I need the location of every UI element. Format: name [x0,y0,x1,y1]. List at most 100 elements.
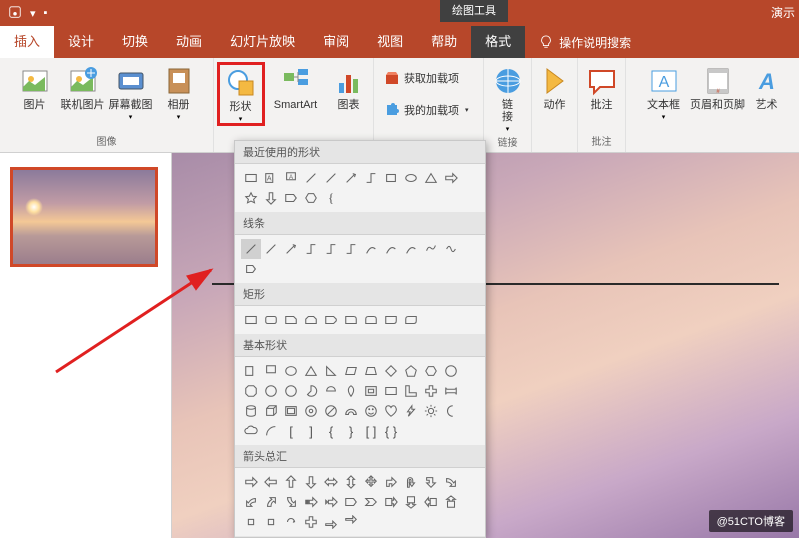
shape-textbox[interactable]: A [261,168,281,188]
tab-transitions[interactable]: 切换 [108,26,162,58]
shape-hept[interactable] [441,361,461,381]
shape-brace-l[interactable]: { [321,188,341,208]
shape-ar-lr[interactable] [321,472,341,492]
help-search[interactable]: 操作说明搜索 [539,34,631,51]
shape-line2[interactable] [321,168,341,188]
shape-elbow2[interactable] [321,239,341,259]
shape-ar-d[interactable] [301,472,321,492]
shape-line-basic[interactable] [241,239,261,259]
online-pictures-button[interactable]: 联机图片 [61,62,105,122]
shape-tri2[interactable] [301,361,321,381]
shape-trap[interactable] [361,361,381,381]
shape-line[interactable] [301,168,321,188]
shape-rect-snip2[interactable] [301,310,321,330]
shape-diamond[interactable] [381,361,401,381]
shape-sun[interactable] [421,401,441,421]
comment-button[interactable]: 批注 [582,62,622,112]
shape-bracket-r[interactable]: ] [301,421,321,441]
shape-ar-up-bent[interactable] [321,512,341,532]
shape-moon[interactable] [441,401,461,421]
shape-ar-l[interactable] [261,472,281,492]
shape-ar-callout-lr[interactable] [241,512,261,532]
shape-ar-callout-r[interactable] [381,492,401,512]
album-button[interactable]: 相册 ▾ [157,62,201,122]
shape-rectangle[interactable] [241,168,261,188]
shape-brace-l2[interactable]: { [321,421,341,441]
slide-thumbnail-1[interactable] [10,167,158,267]
shape-bevel[interactable] [281,401,301,421]
shape-scribble[interactable] [441,239,461,259]
get-addins-button[interactable]: 获取加载项 [380,68,463,88]
screenshot-button[interactable]: 屏幕截图 ▾ [109,62,153,122]
shape-cross2[interactable] [421,381,441,401]
shape-ar-pent[interactable] [341,492,361,512]
shape-elbow3[interactable] [341,239,361,259]
shape-brace-r[interactable]: } [341,421,361,441]
shape-rect-snip1[interactable] [281,310,301,330]
shape-arrow-d[interactable] [261,188,281,208]
shape-rtri[interactable] [321,361,341,381]
shape-rect-snip3[interactable] [321,310,341,330]
shape-curve3[interactable] [401,239,421,259]
shape-textbox-v[interactable]: A [281,168,301,188]
shape-line-double[interactable] [281,239,301,259]
shape-smiley[interactable] [361,401,381,421]
shape-para[interactable] [341,361,361,381]
shape-oct[interactable] [241,381,261,401]
tab-design[interactable]: 设计 [54,26,108,58]
shape-star[interactable] [241,188,261,208]
shape-rect-round2[interactable] [361,310,381,330]
shape-oval[interactable] [401,168,421,188]
tab-animations[interactable]: 动画 [162,26,216,58]
autosave-icon[interactable] [8,5,22,22]
shape-tear[interactable] [341,381,361,401]
shape-ar-bent[interactable] [381,472,401,492]
shape-rect[interactable] [381,168,401,188]
shape-ar-circular[interactable] [281,512,301,532]
tab-review[interactable]: 审阅 [309,26,363,58]
my-addins-button[interactable]: 我的加载项 ▾ [380,100,473,120]
shape-ar-plus[interactable] [301,512,321,532]
shape-rect-round1[interactable] [341,310,361,330]
shape-noentry[interactable] [321,401,341,421]
shape-curve2[interactable] [381,239,401,259]
shape-cloud[interactable] [241,421,261,441]
shape-heart[interactable] [381,401,401,421]
shape-ar-notched[interactable] [321,492,341,512]
shape-rect-round[interactable] [261,310,281,330]
dropdown-icon[interactable]: ▾ [30,7,36,20]
shape-can[interactable] [241,401,261,421]
shape-plaque[interactable] [441,381,461,401]
shape-pie[interactable] [301,381,321,401]
shape-frame[interactable] [361,381,381,401]
tab-format[interactable]: 格式 [471,26,525,58]
shape-ar-curved-d[interactable] [281,492,301,512]
shape-connector[interactable] [361,168,381,188]
shape-pentagon-line[interactable] [241,259,261,279]
shape-dbracket[interactable]: [ ] [361,421,381,441]
shape-half[interactable] [381,381,401,401]
shape-ar-ud[interactable] [341,472,361,492]
shape-ar-uturn[interactable] [401,472,421,492]
shape-hex[interactable] [421,361,441,381]
shape-triangle[interactable] [421,168,441,188]
shape-dbrace[interactable]: { } [381,421,401,441]
tab-view[interactable]: 视图 [363,26,417,58]
shape-oval2[interactable] [281,361,301,381]
shape-line-arrow[interactable] [261,239,281,259]
shape-bracket-l[interactable]: [ [281,421,301,441]
shape-ar-striped[interactable] [301,492,321,512]
shape-dodec[interactable] [281,381,301,401]
shape-arrow-r[interactable] [441,168,461,188]
shape-ar-curved-u[interactable] [261,492,281,512]
shape-chord[interactable] [321,381,341,401]
shape-ar-curved-l[interactable] [241,492,261,512]
shape-rect-round3[interactable] [381,310,401,330]
pictures-button[interactable]: 图片 [13,62,57,122]
shape-ar-curved-r[interactable] [441,472,461,492]
shape-tb2[interactable] [261,361,281,381]
shape-hexagon[interactable] [301,188,321,208]
tab-slideshow[interactable]: 幻灯片放映 [216,26,309,58]
shape-dec[interactable] [261,381,281,401]
shape-arc2[interactable] [261,421,281,441]
